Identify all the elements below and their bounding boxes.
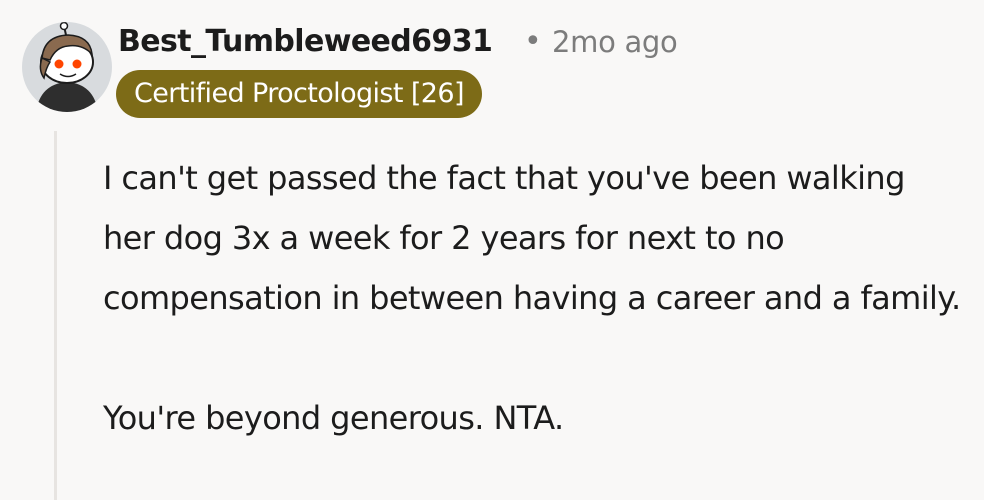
username[interactable]: Best_Tumbleweed6931: [118, 22, 493, 62]
user-avatar[interactable]: [22, 22, 112, 112]
comment-timestamp[interactable]: 2mo ago: [552, 22, 678, 62]
comment: Best_Tumbleweed6931 • 2mo ago Certified …: [0, 0, 984, 500]
comment-body: I can't get passed the fact that you've …: [103, 148, 963, 448]
comment-paragraph: I can't get passed the fact that you've …: [103, 159, 961, 317]
meta-separator: •: [524, 24, 542, 59]
user-flair: Certified Proctologist [26]: [116, 70, 482, 118]
snoo-avatar-icon: [22, 22, 112, 112]
comment-paragraph: You're beyond generous. NTA.: [103, 399, 564, 437]
thread-collapse-line[interactable]: [54, 131, 57, 500]
